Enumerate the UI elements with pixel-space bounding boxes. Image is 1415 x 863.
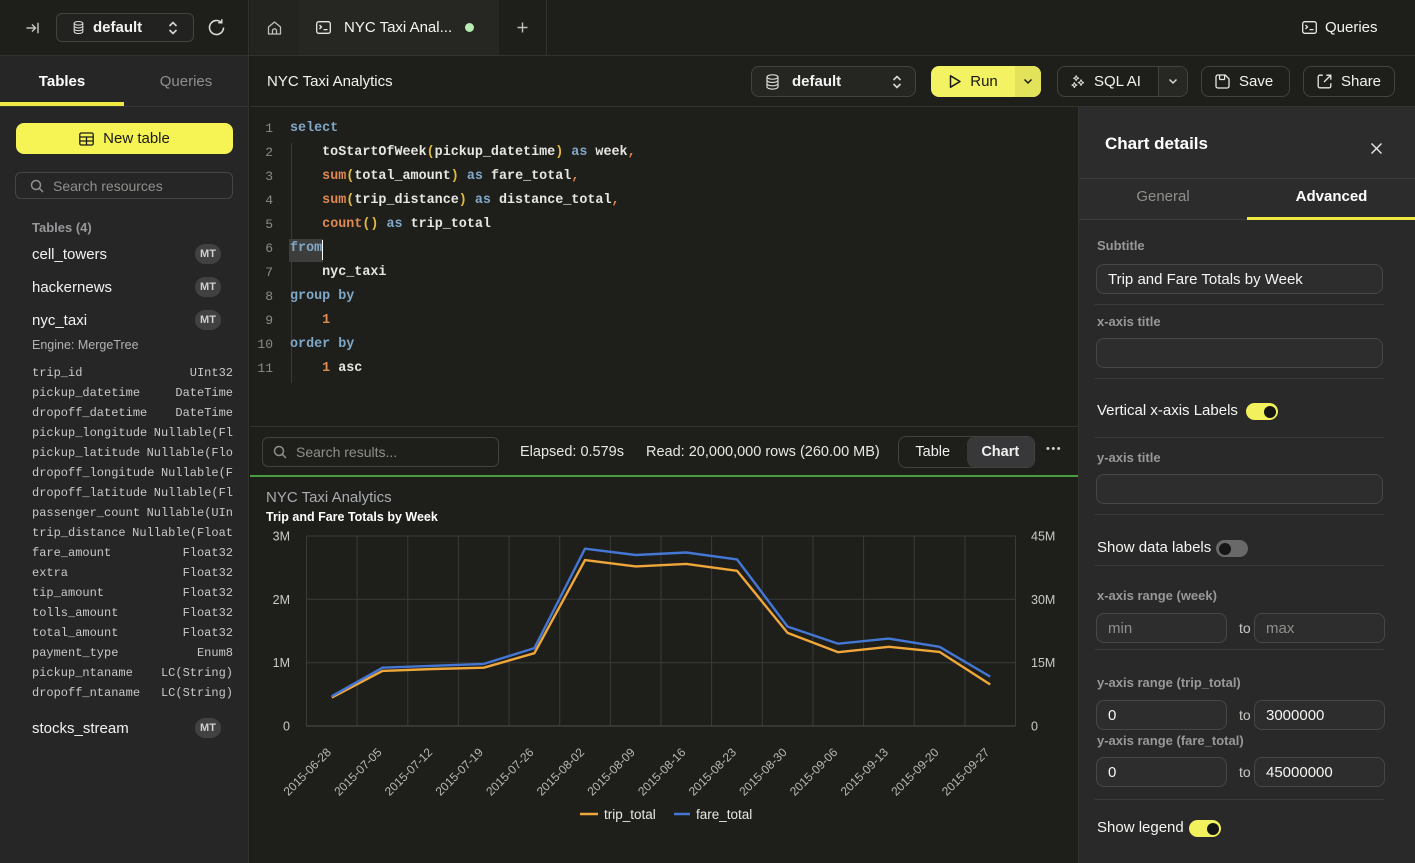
svg-text:1M: 1M — [273, 656, 290, 670]
svg-text:3M: 3M — [273, 530, 290, 544]
svg-text:2015-07-19: 2015-07-19 — [433, 745, 487, 799]
svg-text:2015-07-12: 2015-07-12 — [382, 745, 436, 799]
svg-text:NYC Taxi Analytics: NYC Taxi Analytics — [266, 489, 392, 506]
svg-text:2M: 2M — [273, 593, 290, 607]
svg-text:0: 0 — [283, 720, 290, 734]
svg-text:2015-09-13: 2015-09-13 — [838, 745, 892, 799]
svg-text:2015-08-30: 2015-08-30 — [736, 745, 790, 799]
svg-text:2015-09-27: 2015-09-27 — [939, 745, 993, 799]
svg-text:2015-09-06: 2015-09-06 — [787, 745, 841, 799]
svg-text:0: 0 — [1031, 720, 1038, 734]
svg-text:15M: 15M — [1031, 656, 1055, 670]
svg-text:45M: 45M — [1031, 530, 1055, 544]
svg-text:2015-09-20: 2015-09-20 — [888, 745, 942, 799]
svg-text:2015-08-02: 2015-08-02 — [534, 745, 588, 799]
svg-text:2015-07-26: 2015-07-26 — [483, 745, 537, 799]
svg-text:2015-08-23: 2015-08-23 — [686, 745, 740, 799]
svg-text:2015-08-09: 2015-08-09 — [585, 745, 639, 799]
svg-text:fare_total: fare_total — [696, 807, 752, 822]
svg-text:2015-07-05: 2015-07-05 — [331, 745, 385, 799]
svg-text:30M: 30M — [1031, 593, 1055, 607]
svg-text:2015-06-28: 2015-06-28 — [281, 745, 335, 799]
svg-text:trip_total: trip_total — [604, 807, 656, 822]
svg-text:2015-08-16: 2015-08-16 — [635, 745, 689, 799]
svg-text:Trip and Fare Totals by Week: Trip and Fare Totals by Week — [266, 510, 438, 524]
